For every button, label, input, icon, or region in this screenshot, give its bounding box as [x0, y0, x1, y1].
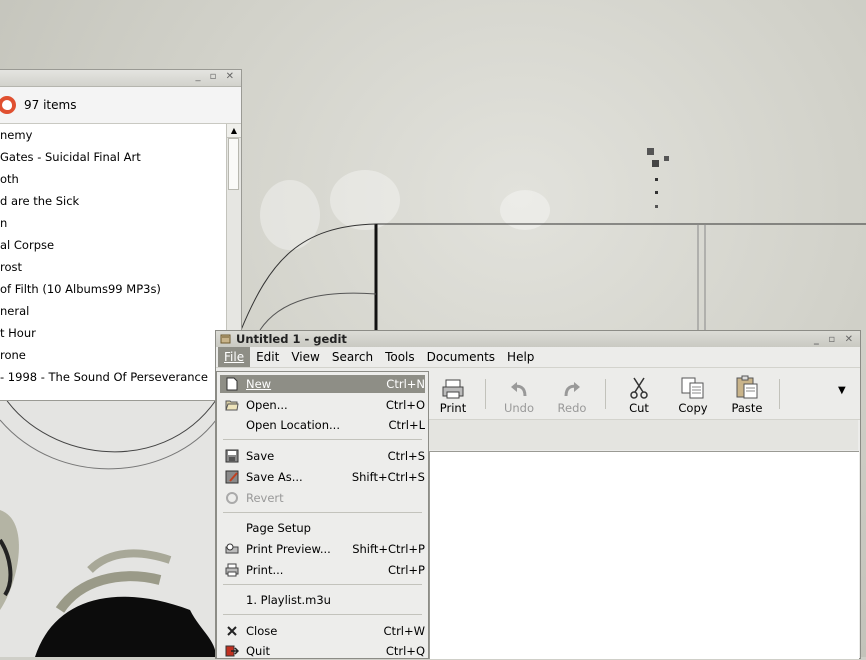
list-item[interactable]: n [0, 212, 226, 234]
list-item[interactable]: nemy [0, 124, 226, 146]
scroll-up-icon[interactable]: ▲ [227, 124, 241, 138]
scroll-thumb[interactable] [228, 138, 239, 190]
paste-button[interactable]: Paste [722, 375, 772, 415]
copy-icon [681, 377, 704, 399]
menu-item-quit[interactable]: Quit Ctrl+Q [220, 642, 425, 660]
undo-icon [511, 382, 527, 397]
list-item[interactable]: d are the Sick [0, 190, 226, 212]
playlist-window: _ ▫ ✕ 97 items nemy Gates - Suicidal Fin… [0, 69, 242, 401]
item-count: 97 items [24, 98, 77, 112]
list-item[interactable]: al Corpse [0, 234, 226, 256]
toolbar-separator [779, 379, 780, 409]
menu-help[interactable]: Help [501, 347, 540, 367]
text-editor-area[interactable] [429, 451, 859, 659]
menu-view[interactable]: View [285, 347, 325, 367]
printer-icon [442, 379, 464, 399]
quit-icon [225, 645, 239, 657]
list-item[interactable]: rost [0, 256, 226, 278]
toolbar-separator [605, 379, 606, 409]
list-item[interactable]: t Hour [0, 322, 226, 344]
menu-file[interactable]: File [218, 347, 251, 367]
menu-separator [223, 614, 422, 615]
new-file-icon [226, 377, 238, 391]
window-title: Untitled 1 - gedit [236, 332, 347, 346]
menu-item-print[interactable]: Print... Ctrl+P [220, 561, 425, 579]
scissors-icon [630, 377, 648, 399]
redo-icon [564, 382, 580, 397]
list-item[interactable]: - 1998 - The Sound Of Perseverance [0, 366, 226, 388]
menu-item-new[interactable]: New Ctrl+N [220, 375, 425, 393]
menu-search[interactable]: Search [326, 347, 379, 367]
menu-separator [223, 584, 422, 585]
wallpaper-art [0, 380, 216, 657]
menu-item-recent-1[interactable]: 1. Playlist.m3u [220, 591, 425, 609]
print-preview-icon [225, 543, 239, 554]
list-item[interactable]: rone [0, 344, 226, 366]
file-menu: New Ctrl+N Open... Ctrl+O Open Location.… [216, 371, 429, 658]
window-controls[interactable]: _ ▫ ✕ [814, 332, 856, 348]
cut-button[interactable]: Cut [614, 375, 664, 415]
save-as-icon [225, 470, 239, 484]
menu-item-save-as[interactable]: Save As... Shift+Ctrl+S [220, 468, 425, 486]
list-item[interactable]: of Filth (10 Albums99 MP3s) [0, 278, 226, 300]
menu-documents[interactable]: Documents [421, 347, 501, 367]
list-item[interactable]: neral [0, 300, 226, 322]
window-controls[interactable]: _ ▫ ✕ [195, 71, 237, 82]
menu-separator [223, 439, 422, 440]
document-tabs [426, 420, 858, 450]
toolbar-separator [485, 379, 486, 409]
folder-open-icon [225, 400, 239, 411]
menu-item-open-location[interactable]: Open Location... Ctrl+L [220, 416, 425, 434]
menu-item-revert[interactable]: Revert [220, 489, 425, 507]
lifebuoy-icon [0, 96, 16, 114]
menubar: File Edit View Search Tools Documents He… [216, 347, 860, 368]
undo-button[interactable]: Undo [494, 375, 544, 415]
redo-button[interactable]: Redo [547, 375, 597, 415]
gedit-app-icon [220, 334, 231, 344]
copy-button[interactable]: Copy [668, 375, 718, 415]
save-icon [225, 449, 239, 463]
print-button[interactable]: Print [428, 375, 478, 415]
toolbar-overflow-icon[interactable]: ▼ [838, 385, 846, 396]
playlist-list: nemy Gates - Suicidal Final Art oth d ar… [0, 124, 226, 400]
gedit-titlebar[interactable]: Untitled 1 - gedit _ ▫ ✕ [216, 331, 860, 347]
revert-icon [226, 492, 238, 504]
playlist-header: 97 items [0, 87, 241, 124]
menu-item-close[interactable]: Close Ctrl+W [220, 622, 425, 640]
printer-icon [225, 563, 239, 577]
menu-item-save[interactable]: Save Ctrl+S [220, 447, 425, 465]
menu-separator [223, 512, 422, 513]
close-icon [227, 626, 237, 636]
menu-item-open[interactable]: Open... Ctrl+O [220, 396, 425, 414]
menu-item-page-setup[interactable]: Page Setup [220, 519, 425, 537]
list-item[interactable]: oth [0, 168, 226, 190]
list-item[interactable]: Gates - Suicidal Final Art [0, 146, 226, 168]
menu-tools[interactable]: Tools [379, 347, 421, 367]
menu-item-print-preview[interactable]: Print Preview... Shift+Ctrl+P [220, 540, 425, 558]
playlist-titlebar[interactable]: _ ▫ ✕ [0, 70, 241, 87]
menu-edit[interactable]: Edit [250, 347, 285, 367]
paste-icon [736, 375, 758, 399]
